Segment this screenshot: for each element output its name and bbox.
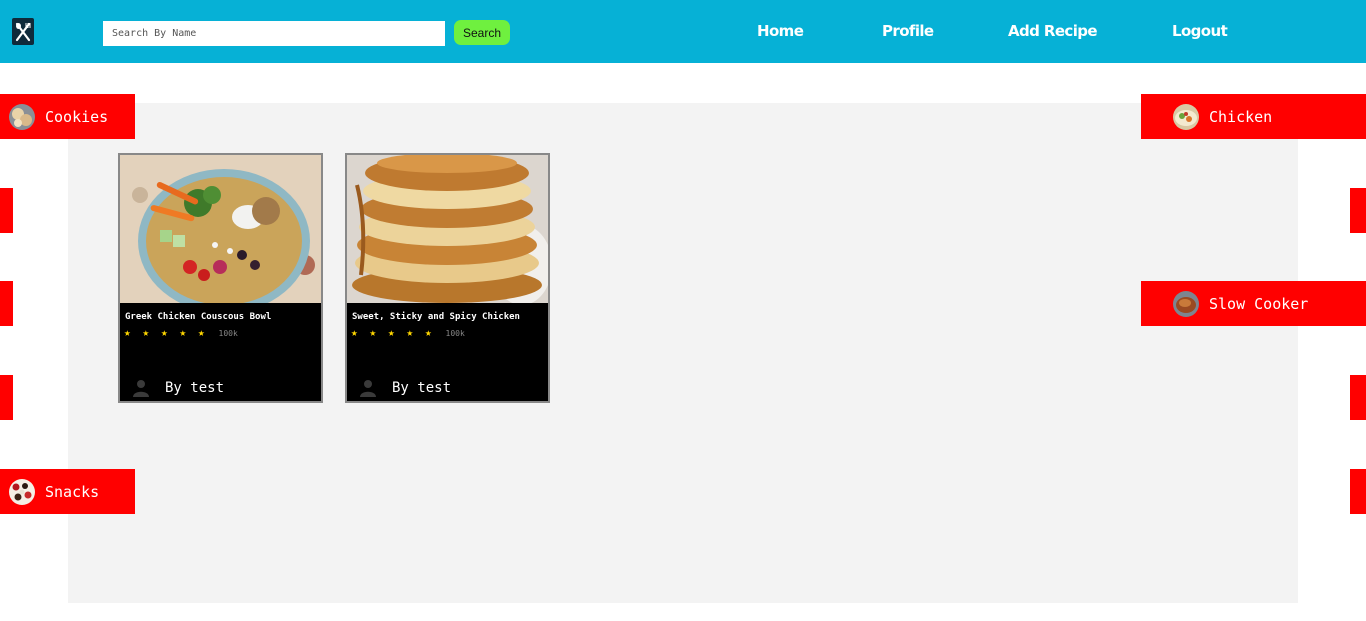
rating-count: 100k	[445, 328, 465, 338]
recipe-title: Sweet, Sticky and Spicy Chicken	[352, 312, 520, 322]
star-icon: ★	[142, 326, 150, 339]
star-icon: ★	[388, 326, 395, 339]
recipe-author: By test	[132, 379, 224, 397]
nav-add-recipe-link[interactable]: Add Recipe	[1008, 22, 1098, 40]
category-stub-button[interactable]	[0, 188, 13, 233]
category-label: Snacks	[45, 482, 100, 501]
star-icon: ★	[198, 326, 205, 339]
rating-stars: ★ ★ ★ ★ ★ 100k	[351, 327, 465, 339]
category-stub-button[interactable]	[1350, 469, 1366, 514]
slow-cooker-thumbnail	[1173, 290, 1199, 317]
recipe-card[interactable]: Greek Chicken Couscous Bowl ★ ★ ★ ★ ★ 10…	[118, 153, 323, 403]
recipe-author: By test	[359, 379, 451, 397]
rating-count: 100k	[218, 328, 238, 338]
user-icon	[133, 380, 149, 397]
star-icon: ★	[124, 326, 131, 339]
star-icon: ★	[406, 326, 414, 339]
star-icon: ★	[161, 326, 168, 339]
pancake-stack-photo	[347, 155, 548, 303]
category-chicken-button[interactable]: Chicken	[1141, 94, 1366, 139]
category-snacks-button[interactable]: Snacks	[0, 469, 135, 514]
search-button[interactable]: Search	[454, 20, 510, 45]
recipe-card[interactable]: Sweet, Sticky and Spicy Chicken ★ ★ ★ ★ …	[345, 153, 550, 403]
snacks-thumbnail	[9, 478, 35, 505]
category-stub-button[interactable]	[1350, 375, 1366, 420]
category-label: Cookies	[45, 107, 109, 126]
author-name: By test	[165, 380, 225, 396]
nav-logout-link[interactable]: Logout	[1172, 22, 1228, 40]
category-cookies-button[interactable]: Cookies	[0, 94, 135, 139]
category-label: Slow Cooker	[1209, 294, 1309, 313]
category-slow-cooker-button[interactable]: Slow Cooker	[1141, 281, 1366, 326]
chicken-thumbnail	[1173, 103, 1199, 130]
user-icon	[360, 380, 376, 397]
rating-stars: ★ ★ ★ ★ ★ 100k	[124, 327, 238, 339]
search-input[interactable]	[103, 21, 445, 46]
top-navbar: Search Home Profile Add Recipe Logout	[0, 0, 1366, 63]
category-stub-button[interactable]	[0, 375, 13, 420]
recipe-title: Greek Chicken Couscous Bowl	[125, 312, 272, 322]
spoon-fork-icon[interactable]	[12, 18, 34, 45]
category-stub-button[interactable]	[1350, 188, 1366, 233]
star-icon: ★	[351, 326, 358, 339]
cookies-thumbnail	[9, 103, 35, 130]
category-label: Chicken	[1209, 107, 1273, 126]
nav-profile-link[interactable]: Profile	[882, 22, 934, 40]
star-icon: ★	[369, 326, 377, 339]
nav-home-link[interactable]: Home	[757, 22, 804, 40]
category-stub-button[interactable]	[0, 281, 13, 326]
star-icon: ★	[179, 326, 187, 339]
author-name: By test	[392, 380, 452, 396]
star-icon: ★	[425, 326, 432, 339]
couscous-bowl-photo	[120, 155, 321, 303]
